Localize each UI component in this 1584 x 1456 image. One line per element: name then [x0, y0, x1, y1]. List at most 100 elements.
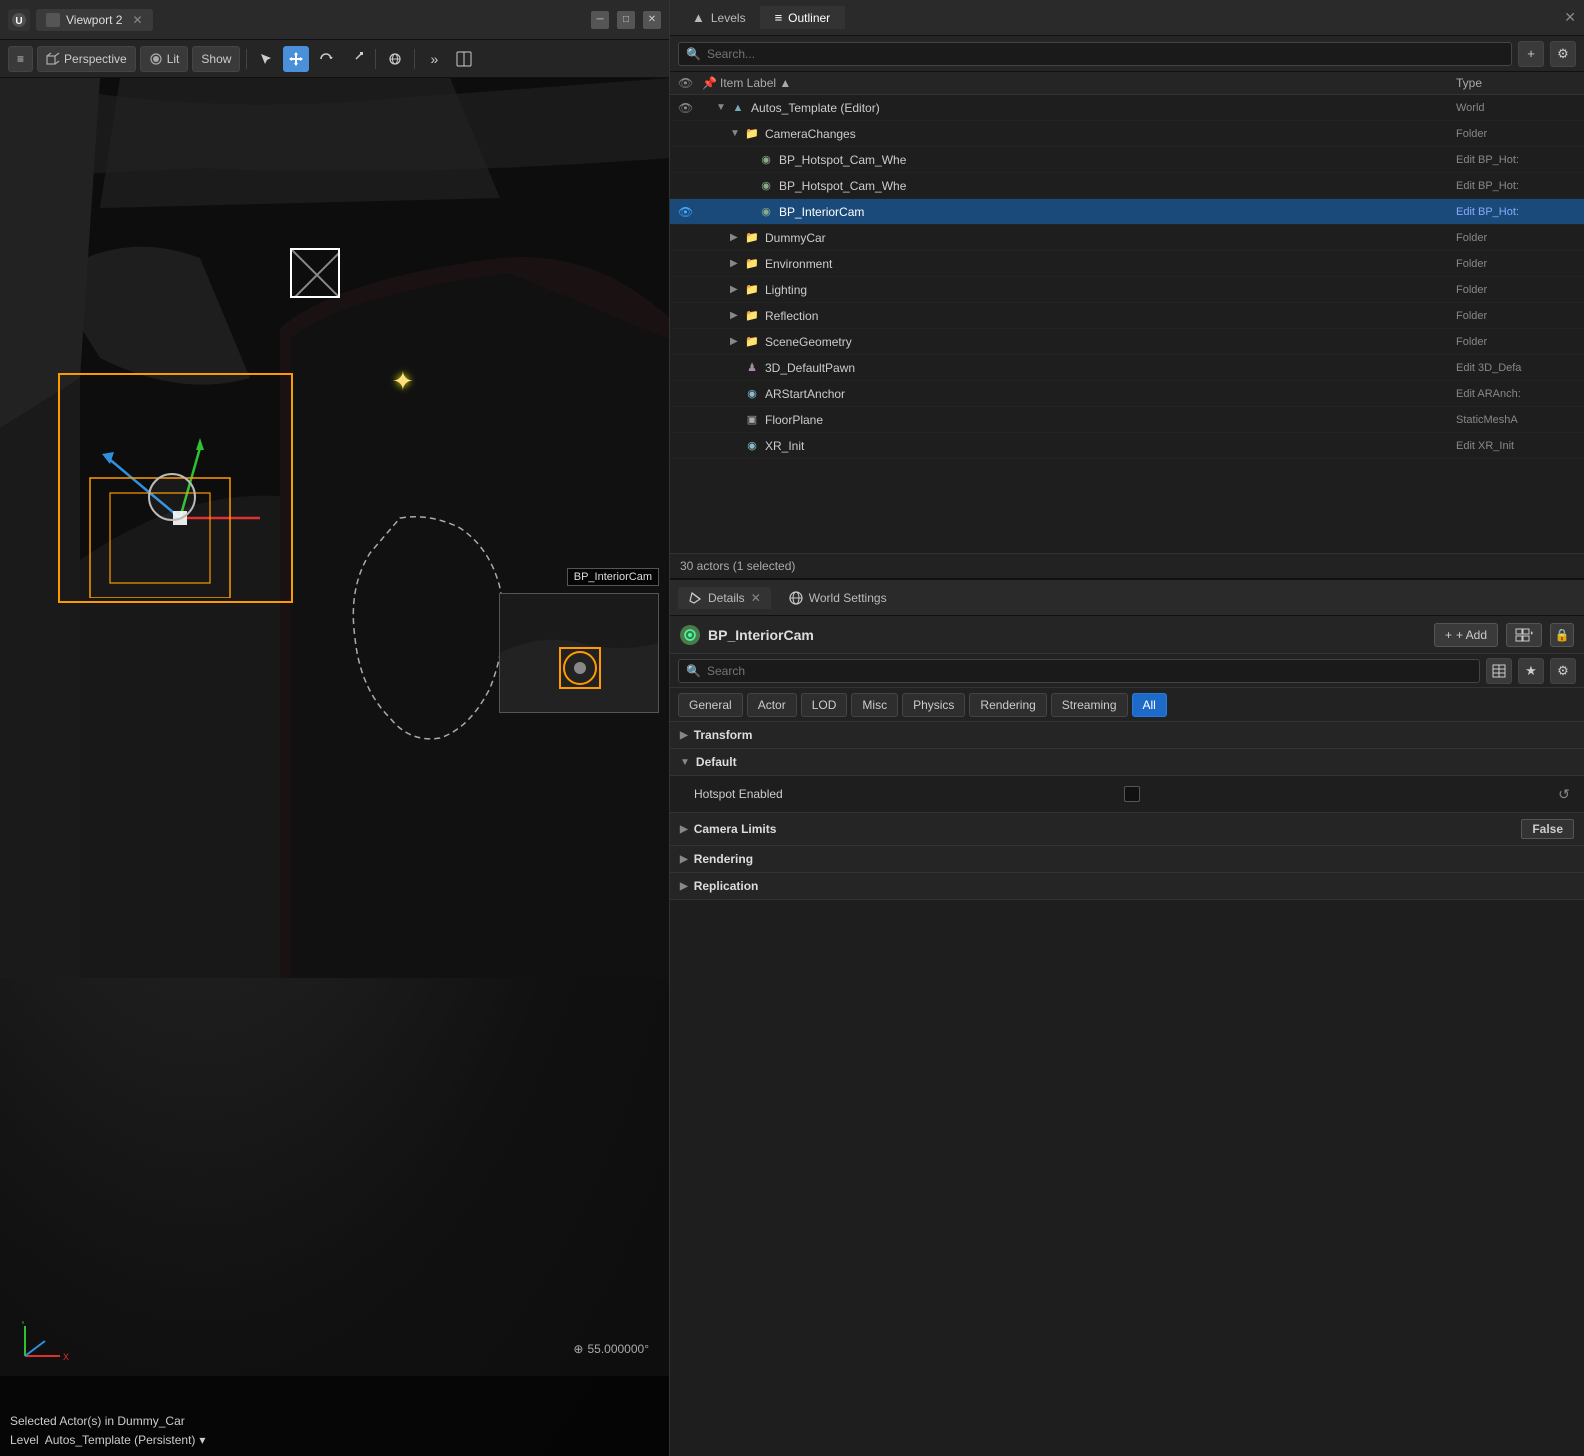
details-filter-row: General Actor LOD Misc Physics Rendering…: [670, 688, 1584, 722]
filter-actor-button[interactable]: Actor: [747, 693, 797, 717]
filter-streaming-button[interactable]: Streaming: [1051, 693, 1128, 717]
world-settings-tab[interactable]: World Settings: [779, 587, 897, 609]
filter-all-button[interactable]: All: [1132, 693, 1167, 717]
expand-6[interactable]: ▶: [730, 258, 744, 269]
more-button[interactable]: »: [421, 46, 447, 72]
filter-general-button[interactable]: General: [678, 693, 743, 717]
tree-item-12[interactable]: ▣ FloorPlane StaticMeshA: [670, 407, 1584, 433]
tree-item-7[interactable]: ▶ 📁 Lighting Folder: [670, 277, 1584, 303]
details-tab[interactable]: Details ✕: [678, 587, 771, 609]
folder-icon-7: 📁: [744, 282, 760, 298]
details-close-button[interactable]: ✕: [751, 591, 761, 605]
table-icon: [1492, 664, 1506, 678]
add-component-button[interactable]: + + Add: [1434, 623, 1498, 647]
hotspot-enabled-row: Hotspot Enabled ↺: [670, 780, 1584, 808]
scale-tool-button[interactable]: [343, 46, 369, 72]
eye-icon-0[interactable]: 👁: [678, 101, 698, 115]
tree-item-11[interactable]: ◉ ARStartAnchor Edit ARAnch:: [670, 381, 1584, 407]
light-indicator: ✦: [392, 366, 414, 397]
replication-expand-icon: ▶: [680, 881, 688, 892]
item-type-4: Edit BP_Hot:: [1456, 206, 1576, 218]
move-tool-button[interactable]: [283, 46, 309, 72]
filter-physics-button[interactable]: Physics: [902, 693, 965, 717]
tree-item-1[interactable]: ▼ 📁 CameraChanges Folder: [670, 121, 1584, 147]
add-icon: +: [1445, 628, 1452, 642]
perspective-icon: [46, 52, 60, 66]
details-search-input[interactable]: [678, 659, 1480, 683]
item-label-0: Autos_Template (Editor): [751, 101, 1456, 115]
expand-8[interactable]: ▶: [730, 310, 744, 321]
outliner-search-input[interactable]: [678, 42, 1512, 66]
expand-7[interactable]: ▶: [730, 284, 744, 295]
outliner-search-icon: 🔍: [686, 47, 701, 61]
label-col-header[interactable]: Item Label ▲: [720, 76, 1456, 90]
outliner-add-button[interactable]: +: [1518, 41, 1544, 67]
tree-item-0[interactable]: 👁 ▼ ▲ Autos_Template (Editor) World: [670, 95, 1584, 121]
expand-5[interactable]: ▶: [730, 232, 744, 243]
expand-0[interactable]: ▼: [716, 102, 730, 113]
details-content[interactable]: ▶ Transform ▼ Default Hotspot Enabled ↺: [670, 722, 1584, 1456]
replication-section-header[interactable]: ▶ Replication: [670, 873, 1584, 900]
perspective-button[interactable]: Perspective: [37, 46, 136, 72]
eye-icon-4[interactable]: 👁: [678, 205, 698, 219]
folder-icon-1: 📁: [744, 126, 760, 142]
layout-mode-button[interactable]: [1506, 623, 1542, 647]
expand-9[interactable]: ▶: [730, 336, 744, 347]
select-tool-button[interactable]: [253, 46, 279, 72]
tree-item-10[interactable]: ♟ 3D_DefaultPawn Edit 3D_Defa: [670, 355, 1584, 381]
transform-section-header[interactable]: ▶ Transform: [670, 722, 1584, 749]
outliner-panel: ▲ Levels ≡ Outliner ✕ 🔍 + ⚙ 👁 📌 Item Lab…: [670, 0, 1584, 580]
tree-item-9[interactable]: ▶ 📁 SceneGeometry Folder: [670, 329, 1584, 355]
camera-limits-header[interactable]: ▶ Camera Limits False: [670, 813, 1584, 846]
filter-lod-button[interactable]: LOD: [801, 693, 848, 717]
filter-general-label: General: [689, 698, 732, 712]
lit-button[interactable]: Lit: [140, 46, 189, 72]
item-label-3: BP_Hotspot_Cam_Whe: [779, 179, 1456, 193]
tree-item-6[interactable]: ▶ 📁 Environment Folder: [670, 251, 1584, 277]
rendering-section-header[interactable]: ▶ Rendering: [670, 846, 1584, 873]
scale-icon: [348, 51, 364, 67]
filter-misc-button[interactable]: Misc: [851, 693, 898, 717]
grid-button[interactable]: [382, 46, 408, 72]
transform-expand-icon: ▶: [680, 730, 688, 741]
hotspot-checkbox[interactable]: [1124, 786, 1140, 802]
tree-item-8[interactable]: ▶ 📁 Reflection Folder: [670, 303, 1584, 329]
maximize-button[interactable]: □: [617, 11, 635, 29]
viewport-tab[interactable]: Viewport 2 ✕: [36, 9, 153, 31]
rotate-tool-button[interactable]: [313, 46, 339, 72]
hamburger-menu-button[interactable]: ≡: [8, 46, 33, 72]
level-dropdown[interactable]: Autos_Template (Persistent) ▾: [45, 1433, 206, 1447]
tab-levels[interactable]: ▲ Levels: [678, 6, 761, 29]
folder-icon-9: 📁: [744, 334, 760, 350]
layout-button[interactable]: [451, 46, 477, 72]
layout-grid-icon: [1515, 628, 1533, 642]
item-label-12: FloorPlane: [765, 413, 1456, 427]
panel-close-button[interactable]: ✕: [1564, 9, 1576, 26]
tree-item-5[interactable]: ▶ 📁 DummyCar Folder: [670, 225, 1584, 251]
lock-button[interactable]: 🔒: [1550, 623, 1574, 647]
minimize-button[interactable]: ─: [591, 11, 609, 29]
expand-1[interactable]: ▼: [730, 128, 744, 139]
coord-icon: ⊕: [573, 1342, 583, 1356]
viewport-3d[interactable]: ✦ BP_InteriorCam: [0, 78, 669, 1456]
viewport-tab-close[interactable]: ✕: [132, 13, 142, 27]
item-type-1: Folder: [1456, 128, 1576, 140]
outliner-settings-button[interactable]: ⚙: [1550, 41, 1576, 67]
tree-item-2[interactable]: ◉ BP_Hotspot_Cam_Whe Edit BP_Hot:: [670, 147, 1584, 173]
default-section-header[interactable]: ▼ Default: [670, 749, 1584, 776]
tree-item-3[interactable]: ◉ BP_Hotspot_Cam_Whe Edit BP_Hot:: [670, 173, 1584, 199]
close-button[interactable]: ✕: [643, 11, 661, 29]
hotspot-reset-button[interactable]: ↺: [1554, 784, 1574, 804]
show-button[interactable]: Show: [192, 46, 240, 72]
tree-item-4[interactable]: 👁 ◉ BP_InteriorCam Edit BP_Hot:: [670, 199, 1584, 225]
world-icon-0: ▲: [730, 100, 746, 116]
pin-col-header: 📌: [702, 76, 720, 90]
filter-rendering-button[interactable]: Rendering: [969, 693, 1046, 717]
tab-outliner[interactable]: ≡ Outliner: [761, 6, 846, 29]
outliner-label: Outliner: [788, 11, 830, 25]
details-table-button[interactable]: [1486, 658, 1512, 684]
tree-item-13[interactable]: ◉ XR_Init Edit XR_Init: [670, 433, 1584, 459]
item-label-11: ARStartAnchor: [765, 387, 1456, 401]
details-star-button[interactable]: ★: [1518, 658, 1544, 684]
details-settings-button[interactable]: ⚙: [1550, 658, 1576, 684]
